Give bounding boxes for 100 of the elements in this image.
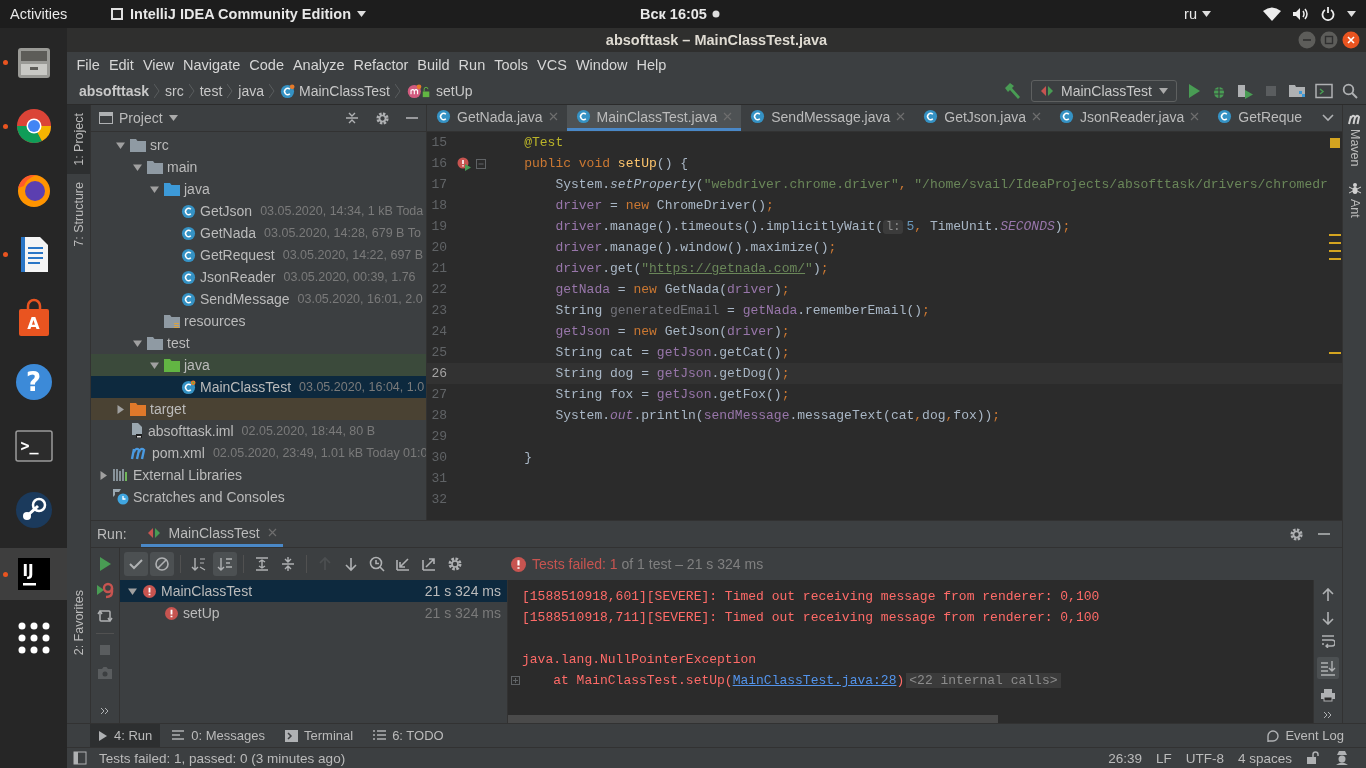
speaker-icon[interactable] bbox=[1293, 7, 1309, 21]
menu-item[interactable]: Build bbox=[412, 57, 455, 73]
breadcrumb[interactable]: MainClassTest bbox=[279, 83, 390, 99]
collapse-arrow-icon[interactable] bbox=[132, 338, 142, 348]
clock[interactable]: Вск 16:05 bbox=[640, 6, 720, 22]
expand-icon[interactable] bbox=[511, 676, 520, 685]
arrow-up-icon[interactable] bbox=[1321, 588, 1335, 602]
menu-item[interactable]: Tools bbox=[489, 57, 533, 73]
menu-item[interactable]: Refactor bbox=[349, 57, 413, 73]
editor-tab[interactable]: GetNada.java bbox=[427, 105, 567, 131]
expand-arrow-icon[interactable] bbox=[98, 470, 108, 480]
breadcrumb[interactable]: src bbox=[165, 83, 184, 99]
settings-icon[interactable] bbox=[375, 110, 390, 126]
run-config-dropdown[interactable]: MainClassTest bbox=[1030, 80, 1177, 102]
tree-item[interactable]: GetRequest 03.05.2020, 14:22, 697 B bbox=[91, 244, 426, 266]
menu-item[interactable]: View bbox=[138, 57, 179, 73]
show-ignored-button[interactable] bbox=[150, 552, 174, 576]
arrow-down-icon[interactable] bbox=[1321, 611, 1335, 625]
folded-calls[interactable]: <22 internal calls> bbox=[906, 673, 1061, 688]
scrollbar[interactable] bbox=[508, 715, 998, 723]
run-icon[interactable] bbox=[1186, 83, 1202, 99]
tool-window-tab[interactable]: Terminal bbox=[277, 724, 362, 747]
show-passed-button[interactable] bbox=[124, 552, 148, 576]
editor-tab[interactable]: JsonReader.java bbox=[1050, 105, 1209, 131]
rerun-icon[interactable] bbox=[97, 556, 113, 572]
source-link[interactable]: MainClassTest.java:28 bbox=[732, 673, 897, 688]
scroll-to-end-icon[interactable] bbox=[1317, 657, 1339, 679]
menu-item[interactable]: Window bbox=[571, 57, 632, 73]
tree-item[interactable]: External Libraries bbox=[91, 464, 426, 486]
run-tab[interactable]: MainClassTest bbox=[140, 521, 283, 547]
collapse-all-icon[interactable] bbox=[345, 111, 359, 125]
activities-button[interactable]: Activities bbox=[10, 6, 100, 22]
soft-wrap-icon[interactable] bbox=[1321, 634, 1335, 648]
tree-item[interactable]: resources bbox=[91, 310, 426, 332]
rerun-failed-icon[interactable] bbox=[96, 581, 114, 599]
tree-item[interactable]: MainClassTest 03.05.2020, 16:04, 1.0 bbox=[91, 376, 426, 398]
caret-position[interactable]: 26:39 bbox=[1108, 750, 1142, 766]
unlock-icon[interactable] bbox=[1306, 751, 1320, 765]
inspector-icon[interactable] bbox=[1334, 750, 1350, 766]
menu-item[interactable]: Edit bbox=[104, 57, 139, 73]
more-icon[interactable] bbox=[100, 707, 110, 715]
print-icon[interactable] bbox=[1320, 688, 1336, 702]
auto-test-icon[interactable] bbox=[97, 608, 113, 624]
tree-item[interactable]: java bbox=[91, 354, 426, 376]
tool-window-tab[interactable]: 6: TODO bbox=[365, 724, 452, 747]
dock-app-button[interactable]: A bbox=[11, 296, 56, 340]
collapse-arrow-icon[interactable] bbox=[149, 360, 159, 370]
tree-item[interactable]: SendMessage 03.05.2020, 16:01, 2.0 bbox=[91, 288, 426, 310]
tool-window-tab[interactable]: 7: Structure bbox=[67, 173, 90, 255]
menu-item[interactable]: VCS bbox=[532, 57, 572, 73]
tree-item[interactable]: absofttask.iml 02.05.2020, 18:44, 80 B bbox=[91, 420, 426, 442]
menu-item[interactable]: Analyze bbox=[288, 57, 350, 73]
dock-app-button[interactable]: ? bbox=[11, 360, 56, 404]
collapse-arrow-icon[interactable] bbox=[149, 184, 159, 194]
terminal-window-icon[interactable] bbox=[1315, 83, 1333, 99]
event-log-tab[interactable]: Event Log bbox=[1266, 728, 1366, 743]
file-encoding[interactable]: UTF-8 bbox=[1185, 750, 1224, 766]
tool-window-tab[interactable]: 0: Messages bbox=[164, 724, 273, 747]
tool-window-tab[interactable]: 4: Run bbox=[90, 724, 161, 747]
menu-item[interactable]: Code bbox=[244, 57, 289, 73]
expand-arrow-icon[interactable] bbox=[115, 404, 125, 414]
editor-tab[interactable]: MainClassTest.java bbox=[566, 105, 742, 131]
indent-setting[interactable]: 4 spaces bbox=[1237, 750, 1292, 766]
tree-item[interactable]: Scratches and Consoles bbox=[91, 486, 426, 508]
breadcrumb[interactable]: java bbox=[238, 83, 264, 99]
caret-icon[interactable] bbox=[1347, 11, 1356, 17]
editor-tab[interactable]: SendMessage.java bbox=[741, 105, 915, 131]
test-failed-marker-icon[interactable] bbox=[457, 156, 471, 171]
tree-item[interactable]: main bbox=[91, 156, 426, 178]
breadcrumb[interactable]: absofttask bbox=[79, 83, 150, 99]
tool-window-tab[interactable]: 1: Project bbox=[67, 105, 90, 174]
tool-window-tab[interactable]: Maven bbox=[1347, 113, 1362, 167]
editor-tab[interactable]: GetJson.java bbox=[914, 105, 1050, 131]
chevron-down-icon[interactable] bbox=[1322, 114, 1334, 122]
collapse-arrow-icon[interactable] bbox=[127, 586, 137, 596]
project-structure-icon[interactable] bbox=[1288, 83, 1306, 99]
panel-title-dropdown[interactable]: Project bbox=[99, 110, 178, 126]
settings-icon[interactable] bbox=[1289, 526, 1304, 542]
search-icon[interactable] bbox=[1342, 83, 1358, 99]
editor-tab[interactable]: GetReque bbox=[1208, 105, 1312, 131]
menu-item[interactable]: Run bbox=[454, 57, 490, 73]
menu-item[interactable]: Help bbox=[632, 57, 671, 73]
tree-item[interactable]: src bbox=[91, 134, 426, 156]
power-icon[interactable] bbox=[1321, 7, 1335, 21]
collapse-arrow-icon[interactable] bbox=[115, 140, 125, 150]
app-menu[interactable]: IntelliJ IDEA Community Edition bbox=[110, 6, 366, 22]
input-source-menu[interactable]: ru bbox=[1184, 6, 1211, 22]
coverage-icon[interactable] bbox=[1236, 83, 1254, 99]
breadcrumb[interactable]: test bbox=[199, 83, 223, 99]
tool-window-tab[interactable]: 2: Favorites bbox=[67, 581, 90, 663]
tree-item[interactable]: JsonReader 03.05.2020, 00:39, 1.76 bbox=[91, 266, 426, 288]
more-icon[interactable] bbox=[1323, 711, 1333, 719]
tree-item[interactable]: pom.xml 02.05.2020, 23:49, 1.01 kB Today 01:0 bbox=[91, 442, 426, 464]
dock-app-button[interactable]: >_ bbox=[11, 424, 56, 468]
breadcrumb[interactable]: setUp bbox=[406, 83, 473, 99]
tree-item[interactable]: target bbox=[91, 398, 426, 420]
sort-duration-button[interactable] bbox=[213, 552, 237, 576]
menu-item[interactable]: File bbox=[72, 57, 105, 73]
close-icon[interactable] bbox=[1342, 31, 1360, 49]
menu-item[interactable]: Navigate bbox=[178, 57, 245, 73]
